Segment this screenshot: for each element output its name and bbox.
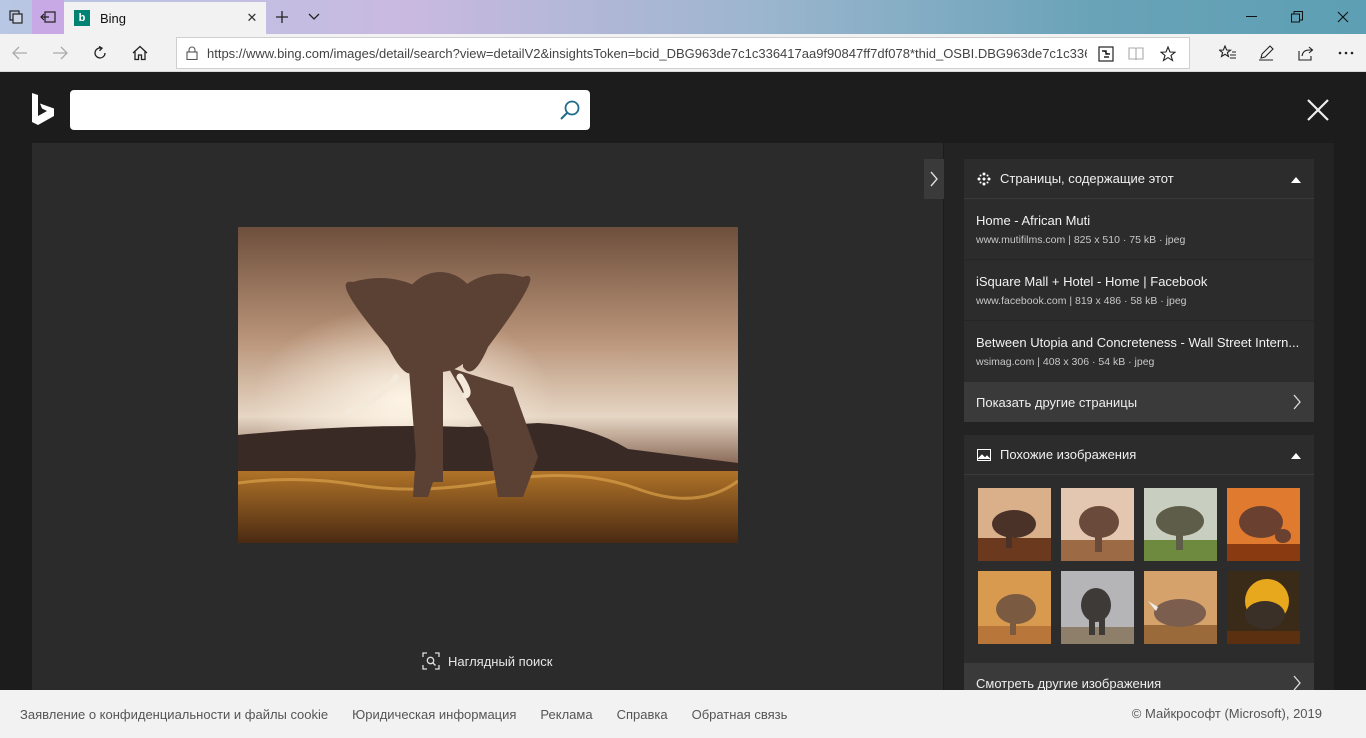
footer-link-privacy[interactable]: Заявление о конфиденциальности и файлы c…	[20, 707, 328, 722]
collapse-sidebar-chevron-icon[interactable]	[924, 159, 944, 199]
favorite-star-icon[interactable]	[1153, 41, 1183, 67]
footer-link-help[interactable]: Справка	[617, 707, 668, 722]
footer-link-feedback[interactable]: Обратная связь	[692, 707, 788, 722]
forward-icon[interactable]	[42, 37, 78, 69]
page-result-meta: www.mutifilms.com | 825 x 510 · 75 kB · …	[976, 234, 1186, 246]
address-bar[interactable]: https://www.bing.com/images/detail/searc…	[176, 37, 1190, 69]
bing-favicon-icon: b	[74, 10, 90, 26]
image-icon	[976, 447, 992, 463]
pages-card-header[interactable]: Страницы, содержащие этот	[964, 159, 1314, 199]
footer-links: Заявление о конфиденциальности и файлы c…	[20, 707, 811, 722]
page-result-meta: www.facebook.com | 819 x 486 · 58 kB · j…	[976, 295, 1187, 307]
address-url[interactable]: https://www.bing.com/images/detail/searc…	[207, 46, 1087, 61]
close-window-icon[interactable]	[1320, 0, 1366, 34]
search-input[interactable]	[70, 90, 590, 130]
minimize-icon[interactable]	[1228, 0, 1274, 34]
bing-image-detail-page: Наглядный поиск Страницы, содержащие это…	[0, 72, 1366, 690]
footer-link-legal[interactable]: Юридическая информация	[352, 707, 516, 722]
tab-actions-icon[interactable]	[0, 0, 32, 34]
navigation-bar: https://www.bing.com/images/detail/searc…	[0, 34, 1366, 72]
extension-icon[interactable]	[1091, 41, 1121, 67]
similar-images-card: Похожие изображения Смотреть другие изоб…	[964, 435, 1314, 690]
page-result-item[interactable]: Between Utopia and Concreteness - Wall S…	[964, 321, 1314, 382]
page-result-item[interactable]: iSquare Mall + Hotel - Home | Facebook w…	[964, 260, 1314, 321]
visual-search-button[interactable]: Наглядный поиск	[422, 649, 552, 673]
page-result-title[interactable]: iSquare Mall + Hotel - Home | Facebook	[976, 274, 1302, 289]
copyright-text: © Майкрософт (Microsoft), 2019	[1131, 706, 1322, 721]
home-icon[interactable]	[122, 37, 158, 69]
caret-up-icon[interactable]	[1290, 449, 1302, 461]
tab-bing[interactable]: b Bing ✕	[64, 2, 266, 34]
elephant-main-image[interactable]	[238, 227, 738, 543]
pages-including-card: Страницы, содержащие этот Home - African…	[964, 159, 1314, 422]
similar-images-grid	[964, 475, 1314, 644]
page-result-item[interactable]: Home - African Muti www.mutifilms.com | …	[964, 199, 1314, 260]
similar-card-title: Похожие изображения	[1000, 447, 1137, 462]
tab-preview-chevron-icon[interactable]	[298, 0, 330, 34]
similar-image-thumbnail[interactable]	[1227, 571, 1300, 644]
similar-image-thumbnail[interactable]	[978, 488, 1051, 561]
chevron-right-icon	[1293, 394, 1301, 410]
page-footer: Заявление о конфиденциальности и файлы c…	[0, 690, 1366, 738]
image-viewer: Наглядный поиск	[32, 143, 943, 690]
search-icon[interactable]	[558, 98, 582, 122]
page-result-meta: wsimag.com | 408 x 306 · 54 kB · jpeg	[976, 356, 1155, 368]
tab-close-icon[interactable]: ✕	[238, 4, 266, 32]
title-bar: b Bing ✕	[0, 0, 1366, 34]
reading-view-icon[interactable]	[1121, 41, 1151, 67]
page-result-title[interactable]: Between Utopia and Concreteness - Wall S…	[976, 335, 1302, 350]
similar-image-thumbnail[interactable]	[1061, 571, 1134, 644]
new-tab-icon[interactable]	[266, 0, 298, 34]
pages-card-title: Страницы, содержащие этот	[1000, 171, 1174, 186]
visual-search-label: Наглядный поиск	[448, 653, 553, 669]
see-more-images-button[interactable]: Смотреть другие изображения	[964, 663, 1314, 690]
lock-icon[interactable]	[177, 46, 207, 60]
back-icon[interactable]	[2, 37, 38, 69]
globe-dots-icon	[976, 171, 992, 187]
show-more-pages-button[interactable]: Показать другие страницы	[964, 382, 1314, 422]
bing-logo-icon[interactable]	[30, 92, 56, 128]
similar-card-header[interactable]: Похожие изображения	[964, 435, 1314, 475]
set-tabs-aside-icon[interactable]	[32, 0, 64, 34]
footer-link-advertise[interactable]: Реклама	[540, 707, 592, 722]
refresh-icon[interactable]	[82, 37, 118, 69]
page-result-title[interactable]: Home - African Muti	[976, 213, 1302, 228]
similar-image-thumbnail[interactable]	[1144, 488, 1217, 561]
restore-icon[interactable]	[1274, 0, 1320, 34]
similar-image-thumbnail[interactable]	[1144, 571, 1217, 644]
see-more-images-label: Смотреть другие изображения	[976, 675, 1162, 691]
favorites-list-icon[interactable]	[1210, 37, 1246, 69]
tab-title: Bing	[100, 10, 127, 26]
insights-sidebar: Страницы, содержащие этот Home - African…	[944, 143, 1334, 690]
show-more-pages-label: Показать другие страницы	[976, 394, 1138, 410]
web-note-pen-icon[interactable]	[1248, 37, 1284, 69]
chevron-right-icon	[1293, 675, 1301, 690]
similar-image-thumbnail[interactable]	[978, 571, 1051, 644]
similar-image-thumbnail[interactable]	[1061, 488, 1134, 561]
more-options-icon[interactable]	[1328, 37, 1364, 69]
close-detail-icon[interactable]	[1300, 92, 1336, 128]
caret-up-icon[interactable]	[1290, 173, 1302, 185]
similar-image-thumbnail[interactable]	[1227, 488, 1300, 561]
visual-search-icon	[422, 652, 440, 670]
share-icon[interactable]	[1288, 37, 1324, 69]
